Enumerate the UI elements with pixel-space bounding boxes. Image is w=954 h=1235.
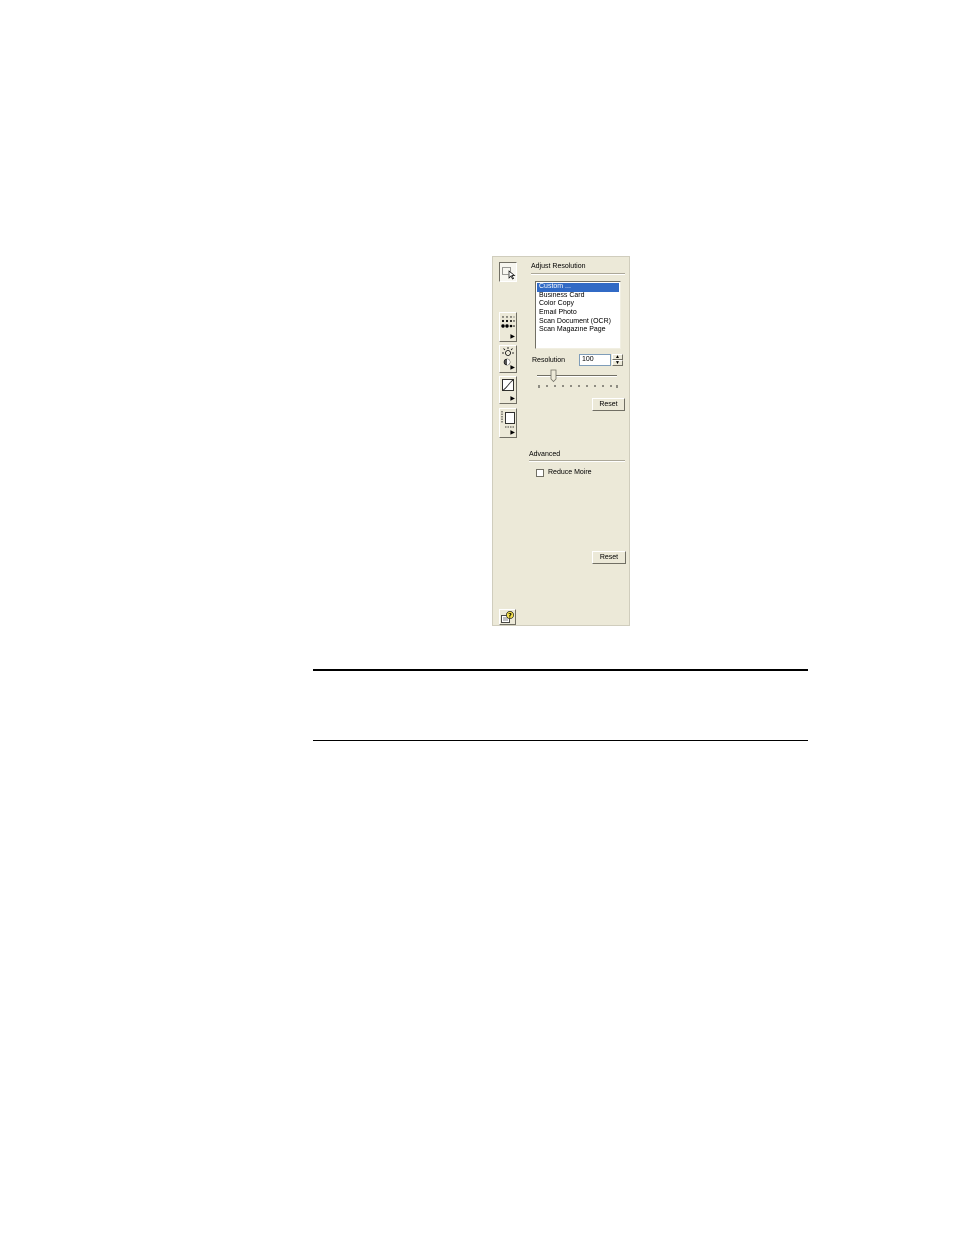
- list-item[interactable]: Scan Magazine Page: [537, 326, 619, 335]
- adjust-resolution-title: Adjust Resolution: [531, 263, 586, 270]
- halftone-tab[interactable]: ▶: [499, 312, 517, 342]
- top-rule: [313, 669, 808, 671]
- expand-arrow-icon: ▶: [510, 365, 515, 371]
- select-area-icon: [502, 267, 516, 280]
- help-icon: ?: [501, 611, 514, 623]
- resolution-preset-list[interactable]: Custom ... Business Card Color Copy Emai…: [535, 281, 621, 349]
- expand-arrow-icon: ▶: [510, 430, 515, 436]
- svg-text:?: ?: [508, 611, 512, 619]
- halftone-icon: [501, 316, 515, 328]
- list-item[interactable]: Custom ...: [537, 283, 619, 292]
- section-divider: [531, 273, 625, 275]
- resolution-reset-button[interactable]: Reset: [592, 398, 625, 411]
- brightness-tab[interactable]: ▶: [499, 345, 517, 373]
- slider-thumb: [550, 369, 557, 383]
- advanced-title: Advanced: [529, 451, 561, 458]
- bottom-rule: [313, 740, 808, 741]
- reduce-moire-label: Reduce Moire: [548, 469, 592, 476]
- spin-down-icon[interactable]: ▼: [612, 360, 623, 366]
- list-item[interactable]: Email Photo: [537, 309, 619, 318]
- expand-arrow-icon: ▶: [510, 396, 515, 402]
- help-button[interactable]: ?: [499, 609, 516, 625]
- resolution-input[interactable]: 100: [579, 354, 611, 366]
- section-divider: [529, 460, 625, 462]
- scanner-settings-panel: ▶ ▶ ▶ ▶ Adjust Resolution Custom ... Bus…: [492, 256, 630, 626]
- resolution-slider[interactable]: [535, 367, 621, 391]
- slider-ticks: [538, 385, 618, 388]
- color-curve-tab[interactable]: ▶: [499, 376, 517, 404]
- resolution-label: Resolution: [532, 357, 566, 364]
- list-item[interactable]: Scan Document (OCR): [537, 318, 619, 327]
- advanced-reset-button[interactable]: Reset: [592, 551, 626, 564]
- list-item[interactable]: Business Card: [537, 292, 619, 301]
- adjust-resolution-tab[interactable]: [499, 262, 517, 282]
- expand-arrow-icon: ▶: [510, 334, 515, 340]
- resolution-spinner[interactable]: ▲ ▼: [612, 354, 623, 366]
- image-size-tab[interactable]: ▶: [499, 408, 517, 438]
- reduce-moire-checkbox[interactable]: [536, 469, 544, 477]
- list-item[interactable]: Color Copy: [537, 300, 619, 309]
- color-curve-icon: [502, 379, 514, 391]
